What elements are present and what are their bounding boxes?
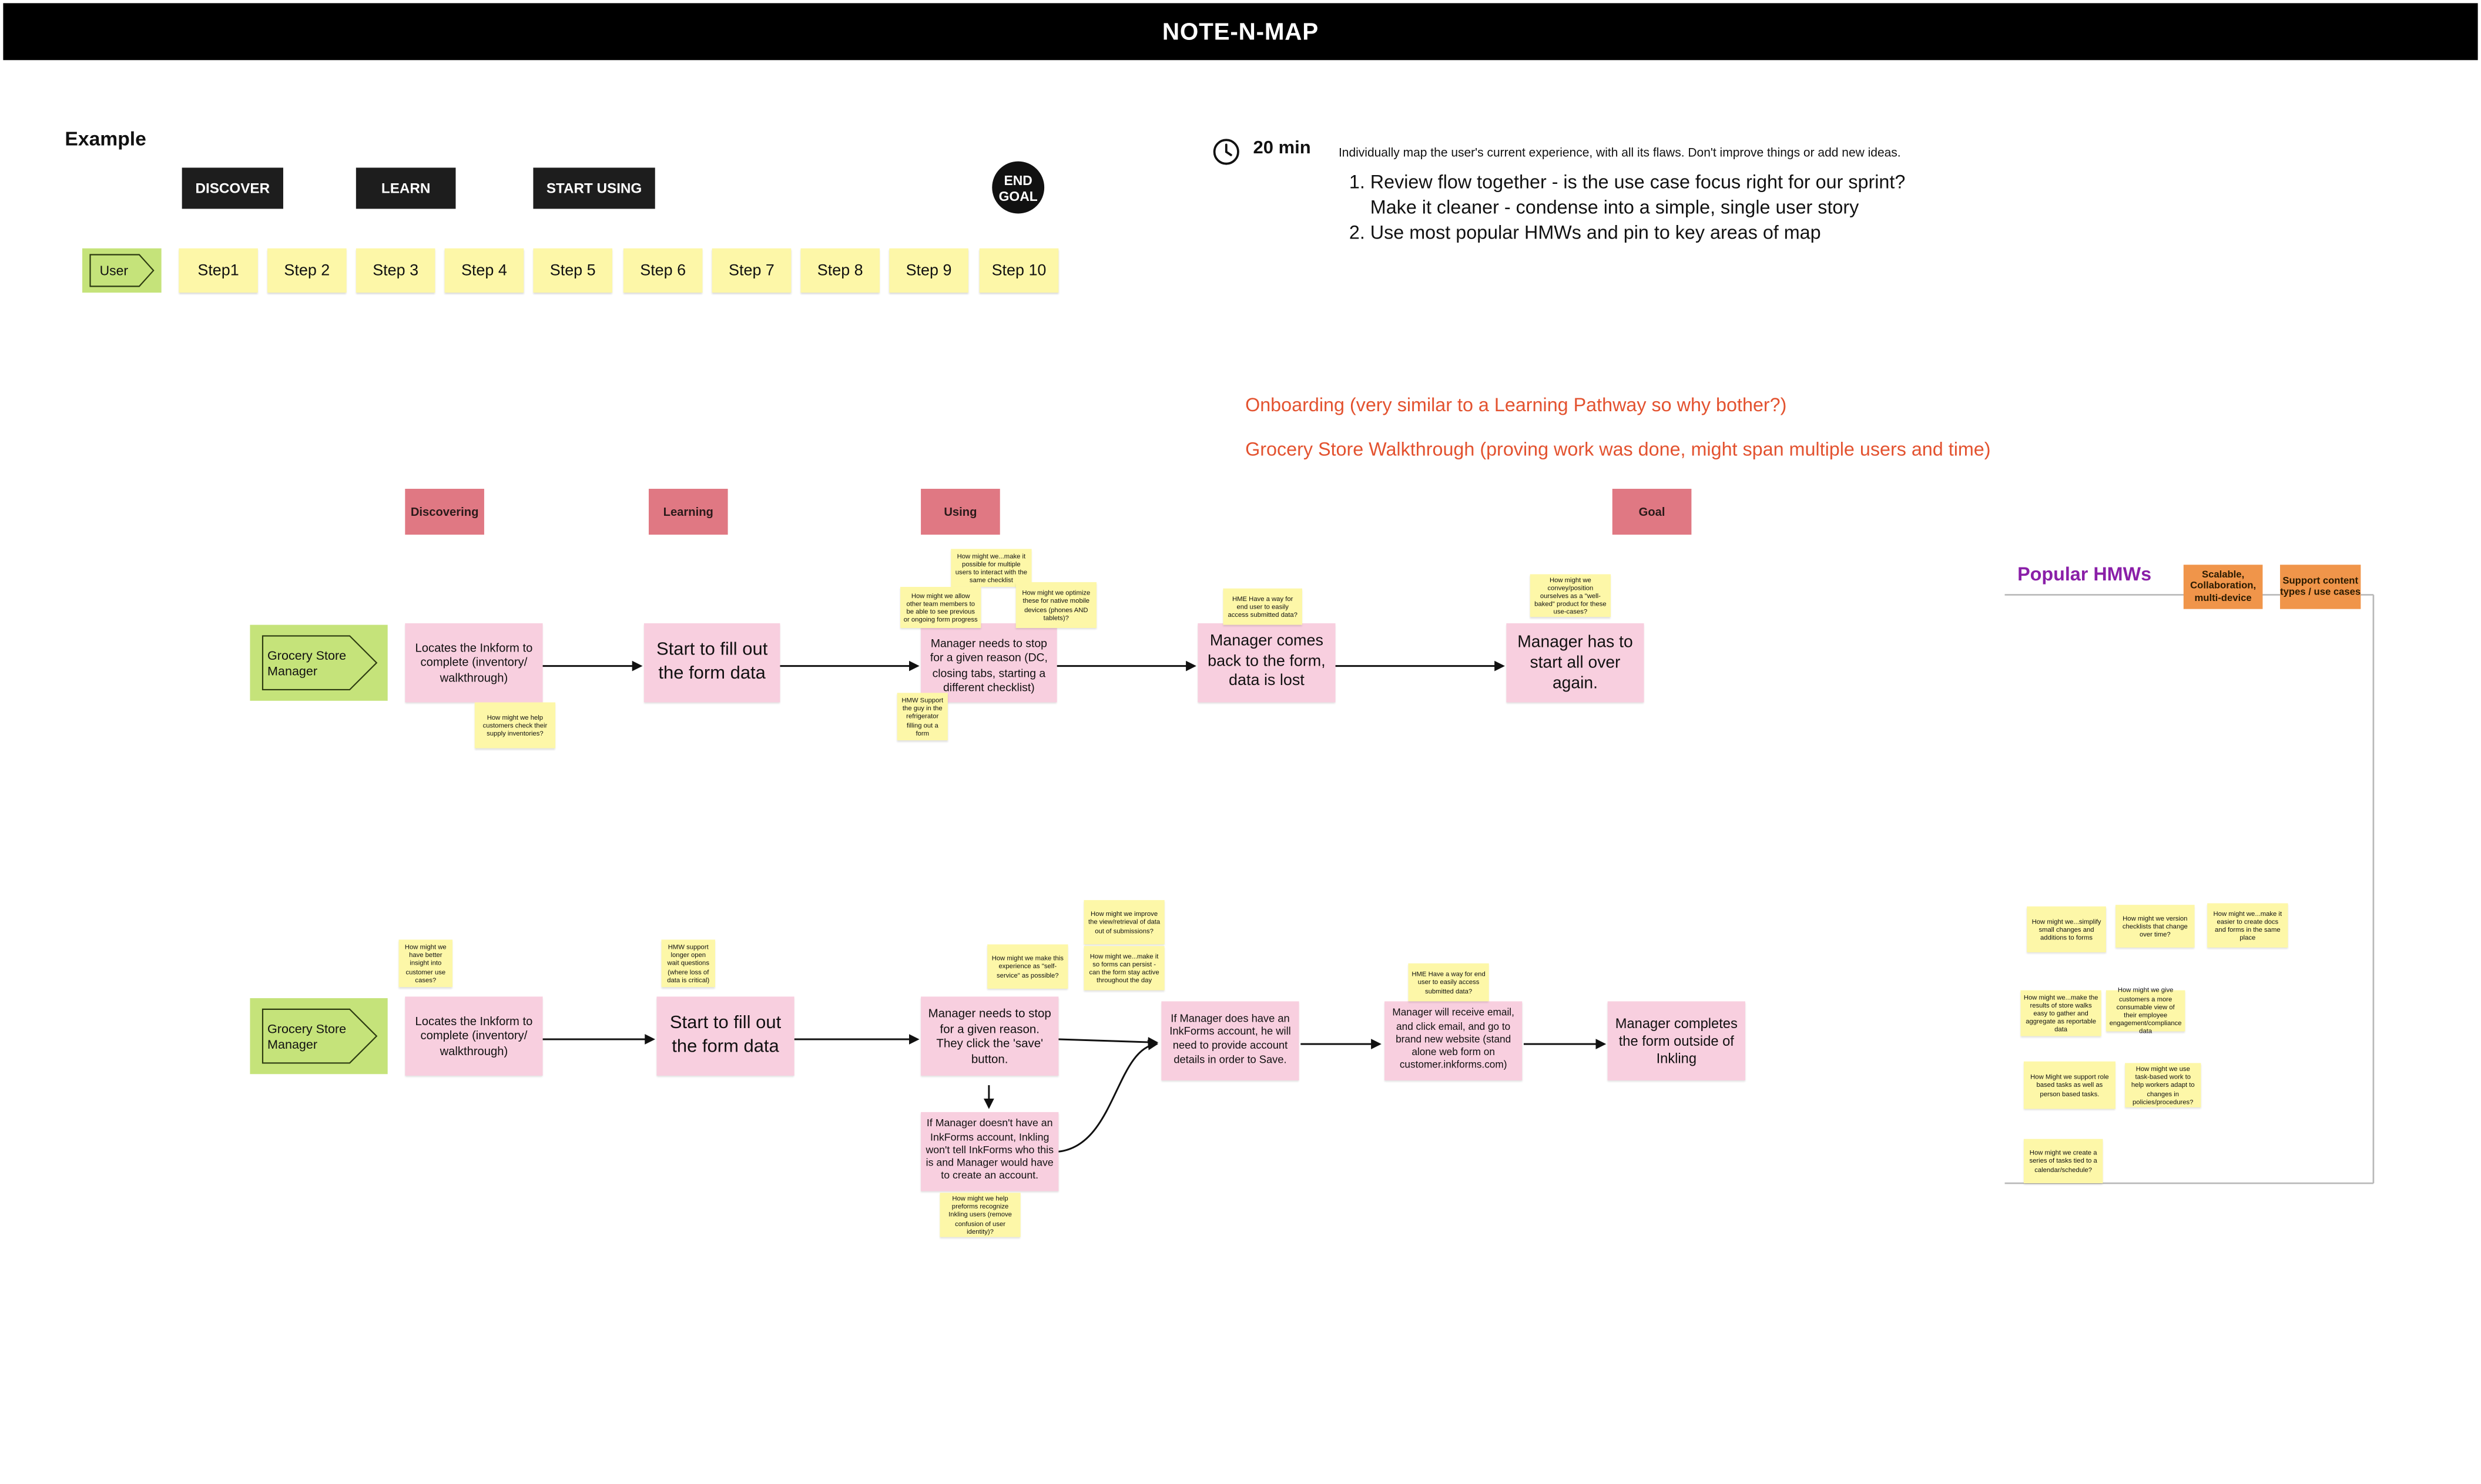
hmw-sticky-note: HME Have a way for end user to easily ac… bbox=[1223, 588, 1303, 625]
popular-tag-content-types: Support content types / use cases bbox=[2280, 565, 2361, 609]
journey-step-card: Manager will receive email, and click em… bbox=[1384, 1001, 1523, 1081]
hmw-sticky-note: How might we help customers check their … bbox=[474, 702, 556, 748]
hmw-sticky-note: How might we...make the results of store… bbox=[2020, 990, 2101, 1036]
hmw-sticky-note: How might we create a series of tasks ti… bbox=[2023, 1139, 2103, 1184]
journey-step-card: If Manager doesn't have an InkForms acco… bbox=[921, 1112, 1059, 1191]
hmw-sticky-note: HME Have a way for end user to easily ac… bbox=[1408, 963, 1489, 1002]
hmw-sticky-note: How might we allow other team members to… bbox=[900, 586, 981, 628]
persona-card: Grocery Store Manager bbox=[250, 998, 388, 1075]
hmw-sticky-note: How might we improve the view/retrieval … bbox=[1084, 900, 1165, 945]
persona-label: Grocery Store Manager bbox=[267, 1022, 347, 1052]
journey-step-card: Manager has to start all over again. bbox=[1506, 623, 1644, 703]
popular-tag-scalable: Scalable, Collaboration, multi-device bbox=[2183, 565, 2263, 609]
hmw-sticky-note: How might we give customers a more consu… bbox=[2106, 986, 2185, 1035]
journey-step-card: Start to fill out the form data bbox=[643, 623, 780, 703]
hmw-sticky-note: HMW Support the guy in the refrigerator … bbox=[897, 693, 948, 741]
hmw-sticky-note: How might we...simplify small changes an… bbox=[2027, 906, 2106, 952]
hmw-sticky-note: How might we make this experience as "se… bbox=[987, 944, 1068, 989]
journey-step-card: Locates the Inkform to complete (invento… bbox=[405, 996, 543, 1076]
persona-label: Grocery Store Manager bbox=[267, 648, 347, 679]
hmw-sticky-note: HMW support longer open wait questions (… bbox=[661, 939, 716, 988]
canvas: NOTE-N-MAP Example DISCOVER LEARN START … bbox=[0, 0, 2481, 1484]
hmw-sticky-note: How might we version checklists that cha… bbox=[2115, 905, 2195, 948]
persona-card: Grocery Store Manager bbox=[250, 625, 388, 701]
hmw-sticky-note: How might we help preforms recognize Ink… bbox=[940, 1193, 1021, 1237]
popular-hmws-title: Popular HMWs bbox=[2017, 563, 2152, 586]
hmw-sticky-note: How Might we support role based tasks as… bbox=[2023, 1061, 2116, 1109]
journey-step-card: Manager needs to stop for a given reason… bbox=[921, 996, 1059, 1076]
hmw-sticky-note: How might we...make it easier to create … bbox=[2207, 903, 2288, 948]
hmw-sticky-note: How might we optimize these for native m… bbox=[1015, 582, 1097, 628]
connector-arrow bbox=[1058, 1037, 1159, 1047]
journey-step-card: Manager comes back to the form, data is … bbox=[1198, 623, 1336, 703]
journey-step-card: Locates the Inkform to complete (invento… bbox=[405, 623, 543, 703]
hmw-sticky-note: How might we...make it possible for mult… bbox=[951, 549, 1032, 587]
journey-step-card: Manager needs to stop for a given reason… bbox=[921, 623, 1057, 703]
connector-curve bbox=[1058, 1040, 1159, 1153]
journey-step-card: Start to fill out the form data bbox=[656, 996, 794, 1076]
journey-step-card: Manager completes the form outside of In… bbox=[1607, 1001, 1745, 1081]
hmw-sticky-note: How might we convey/position ourselves a… bbox=[1530, 574, 1611, 617]
hmw-sticky-note: How might we use task-based work to help… bbox=[2125, 1063, 2201, 1107]
hmw-sticky-note: How might we...make it so forms can pers… bbox=[1084, 946, 1165, 991]
hmw-sticky-note: How might we have better insight into cu… bbox=[398, 939, 453, 988]
flow-connectors bbox=[542, 594, 2375, 1184]
journey-step-card: If Manager does have an InkForms account… bbox=[1161, 1001, 1299, 1081]
